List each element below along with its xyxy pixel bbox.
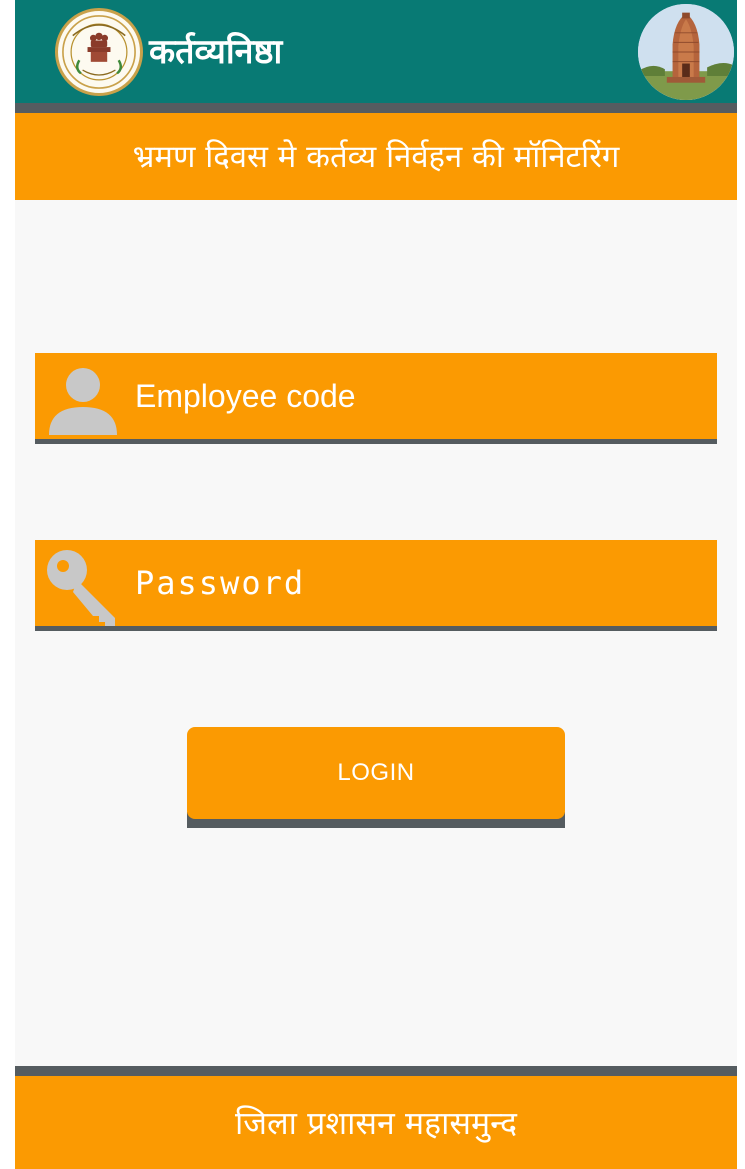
employee-code-input[interactable] <box>135 353 695 439</box>
password-input[interactable] <box>135 540 695 626</box>
temple-avatar-icon[interactable] <box>638 4 734 100</box>
app-screen: कर्तव्यनिष्ठा भ्रमण दिवस मे कर्तव्य निर्… <box>15 0 737 1169</box>
app-bar-shadow <box>15 103 737 113</box>
employee-code-underline <box>35 439 717 444</box>
person-icon <box>43 359 123 439</box>
employee-code-field[interactable] <box>35 353 717 439</box>
password-underline <box>35 626 717 631</box>
footer-bar: जिला प्रशासन महासमुन्द <box>15 1076 737 1169</box>
login-button[interactable]: LOGIN <box>187 727 565 819</box>
subtitle-text: भ्रमण दिवस मे कर्तव्य निर्वहन की मॉनिटरि… <box>132 138 620 175</box>
password-field[interactable] <box>35 540 717 626</box>
key-icon <box>43 546 123 626</box>
subtitle-banner: भ्रमण दिवस मे कर्तव्य निर्वहन की मॉनिटरि… <box>15 113 737 200</box>
app-title: कर्तव्यनिष्ठा <box>149 32 283 72</box>
app-bar: कर्तव्यनिष्ठा <box>15 0 737 103</box>
chhattisgarh-emblem-icon <box>55 8 143 96</box>
footer-divider <box>15 1066 737 1076</box>
footer-text: जिला प्रशासन महासमुन्द <box>234 1104 518 1142</box>
